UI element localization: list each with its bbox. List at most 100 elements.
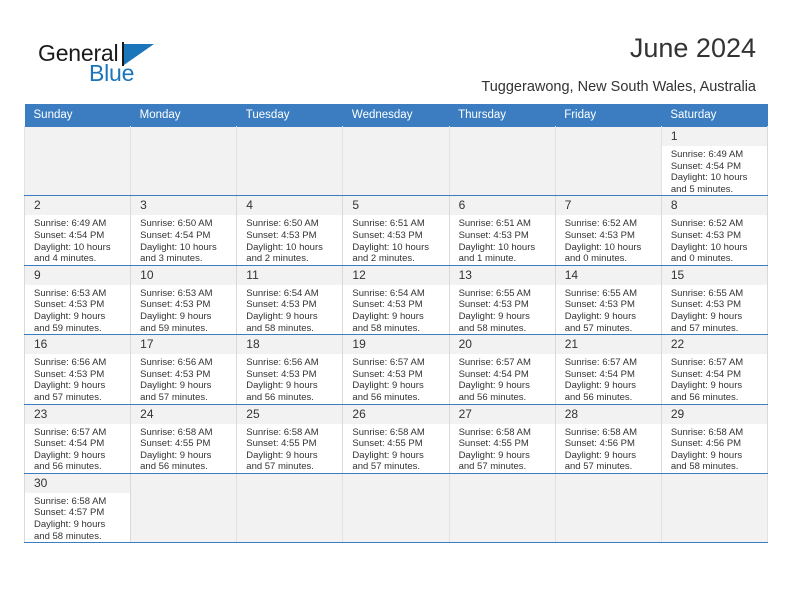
calendar-day-17[interactable]: 17 Sunrise: 6:56 AM Sunset: 4:53 PM Dayl… [130,334,238,405]
calendar-day-19[interactable]: 19 Sunrise: 6:57 AM Sunset: 4:53 PM Dayl… [342,334,450,405]
calendar-day-28[interactable]: 28 Sunrise: 6:58 AM Sunset: 4:56 PM Dayl… [554,403,662,474]
day-number: 17 [131,335,237,355]
daylight-text-line1: Daylight: 10 hours [140,241,217,253]
daylight-text-line2: and 59 minutes. [34,322,102,334]
calendar-day-22[interactable]: 22 Sunrise: 6:57 AM Sunset: 4:54 PM Dayl… [660,334,769,405]
calendar-day-5[interactable]: 5 Sunrise: 6:51 AM Sunset: 4:53 PM Dayli… [342,195,450,266]
calendar-day-20[interactable]: 20 Sunrise: 6:57 AM Sunset: 4:54 PM Dayl… [448,334,556,405]
sunset-text: Sunset: 4:55 PM [458,438,529,450]
calendar-day-6[interactable]: 6 Sunrise: 6:51 AM Sunset: 4:53 PM Dayli… [448,195,556,266]
daylight-text-line1: Daylight: 9 hours [34,310,106,322]
daylight-text-line1: Daylight: 10 hours [458,241,536,253]
sunrise-text: Sunrise: 6:58 AM [458,426,531,438]
sunset-text: Sunset: 4:53 PM [246,368,317,380]
calendar-day-30[interactable]: 30 Sunrise: 6:58 AM Sunset: 4:57 PM Dayl… [23,472,132,544]
weekday-header-row: Sunday Monday Tuesday Wednesday Thursday… [24,104,768,127]
daylight-text-line2: and 56 minutes. [246,391,314,403]
calendar-day-15[interactable]: 15 Sunrise: 6:55 AM Sunset: 4:53 PM Dayl… [660,264,769,336]
calendar-day-7[interactable]: 7 Sunrise: 6:52 AM Sunset: 4:53 PM Dayli… [554,195,662,266]
day-number: 25 [237,404,343,424]
daylight-text-line1: Daylight: 9 hours [246,310,318,322]
page-header: General Blue June 2024 Tuggerawong, New … [0,0,792,104]
daylight-text-line2: and 4 minutes. [34,253,97,265]
day-number: 23 [25,404,131,424]
sunset-text: Sunset: 4:53 PM [458,229,529,241]
sunrise-text: Sunrise: 6:58 AM [670,426,744,438]
calendar-week-row: 2 Sunrise: 6:49 AM Sunset: 4:54 PM Dayli… [23,195,769,266]
calendar-day-25[interactable]: 25 Sunrise: 6:58 AM Sunset: 4:55 PM Dayl… [236,403,344,474]
daylight-text-line1: Daylight: 10 hours [670,172,748,184]
day-number: 14 [555,265,661,285]
daylight-text-line2: and 0 minutes. [670,253,734,265]
day-details: Sunrise: 6:56 AM Sunset: 4:53 PM Dayligh… [131,354,236,403]
calendar-day-26[interactable]: 26 Sunrise: 6:58 AM Sunset: 4:55 PM Dayl… [342,403,450,474]
calendar-day-24[interactable]: 24 Sunrise: 6:58 AM Sunset: 4:55 PM Dayl… [130,403,238,474]
day-details: Sunrise: 6:58 AM Sunset: 4:57 PM Dayligh… [25,493,130,542]
day-number: 10 [131,265,237,285]
day-number: 26 [343,404,449,424]
calendar-day-14[interactable]: 14 Sunrise: 6:55 AM Sunset: 4:53 PM Dayl… [554,264,662,336]
sunrise-text: Sunrise: 6:56 AM [140,357,213,369]
calendar-day-21[interactable]: 21 Sunrise: 6:57 AM Sunset: 4:54 PM Dayl… [554,334,662,405]
calendar-day-8[interactable]: 8 Sunrise: 6:52 AM Sunset: 4:53 PM Dayli… [660,195,769,266]
sunset-text: Sunset: 4:56 PM [670,438,742,450]
calendar-day-10[interactable]: 10 Sunrise: 6:53 AM Sunset: 4:53 PM Dayl… [130,264,238,336]
calendar-day-29[interactable]: 29 Sunrise: 6:58 AM Sunset: 4:56 PM Dayl… [660,403,769,474]
sunset-text: Sunset: 4:53 PM [140,299,211,311]
calendar-day-1[interactable]: 1 Sunrise: 6:49 AM Sunset: 4:54 PM Dayli… [660,125,769,197]
calendar-day-9[interactable]: 9 Sunrise: 6:53 AM Sunset: 4:53 PM Dayli… [23,264,132,336]
daylight-text-line1: Daylight: 9 hours [140,449,212,461]
daylight-text-line1: Daylight: 9 hours [140,310,212,322]
general-blue-logo[interactable]: General Blue [38,40,178,88]
calendar-day-18[interactable]: 18 Sunrise: 6:56 AM Sunset: 4:53 PM Dayl… [236,334,344,405]
day-number: 27 [449,404,555,424]
daylight-text-line1: Daylight: 10 hours [564,241,642,253]
calendar-cell-empty [554,472,662,544]
calendar-day-23[interactable]: 23 Sunrise: 6:57 AM Sunset: 4:54 PM Dayl… [23,403,132,474]
page-title: June 2024 [629,33,756,63]
sunrise-text: Sunrise: 6:55 AM [670,287,744,299]
sunset-text: Sunset: 4:54 PM [670,160,742,172]
calendar-day-3[interactable]: 3 Sunrise: 6:50 AM Sunset: 4:54 PM Dayli… [130,195,238,266]
sunrise-text: Sunrise: 6:57 AM [34,426,107,438]
sunrise-sunset-calendar: Sunday Monday Tuesday Wednesday Thursday… [23,104,769,544]
daylight-text-line1: Daylight: 9 hours [564,449,636,461]
calendar-day-27[interactable]: 27 Sunrise: 6:58 AM Sunset: 4:55 PM Dayl… [448,403,556,474]
calendar-day-4[interactable]: 4 Sunrise: 6:50 AM Sunset: 4:53 PM Dayli… [236,195,344,266]
day-details: Sunrise: 6:57 AM Sunset: 4:54 PM Dayligh… [25,424,130,473]
daylight-text-line2: and 5 minutes. [670,183,734,195]
calendar-week-row: 1 Sunrise: 6:49 AM Sunset: 4:54 PM Dayli… [23,125,769,197]
daylight-text-line1: Daylight: 9 hours [140,380,212,392]
day-details: Sunrise: 6:58 AM Sunset: 4:55 PM Dayligh… [450,424,555,473]
calendar-day-16[interactable]: 16 Sunrise: 6:56 AM Sunset: 4:53 PM Dayl… [23,334,132,405]
day-details: Sunrise: 6:58 AM Sunset: 4:56 PM Dayligh… [556,424,661,473]
calendar-day-11[interactable]: 11 Sunrise: 6:54 AM Sunset: 4:53 PM Dayl… [236,264,344,336]
daylight-text-line2: and 56 minutes. [140,461,208,473]
day-details: Sunrise: 6:58 AM Sunset: 4:55 PM Dayligh… [131,424,236,473]
sunset-text: Sunset: 4:53 PM [34,299,105,311]
day-number: 13 [449,265,555,285]
calendar-week-row: 23 Sunrise: 6:57 AM Sunset: 4:54 PM Dayl… [23,403,769,474]
day-number: 9 [25,265,131,285]
sunrise-text: Sunrise: 6:52 AM [670,218,744,230]
sunset-text: Sunset: 4:55 PM [246,438,317,450]
day-details: Sunrise: 6:49 AM Sunset: 4:54 PM Dayligh… [25,215,130,264]
daylight-text-line1: Daylight: 9 hours [670,310,743,322]
sunset-text: Sunset: 4:57 PM [34,507,105,519]
weekday-header-sunday: Sunday [24,104,131,127]
calendar-cell-empty [236,472,344,544]
sunset-text: Sunset: 4:53 PM [564,299,635,311]
sunrise-text: Sunrise: 6:51 AM [352,218,425,230]
daylight-text-line2: and 56 minutes. [670,391,739,403]
calendar-cell-empty [448,125,556,197]
calendar-day-13[interactable]: 13 Sunrise: 6:55 AM Sunset: 4:53 PM Dayl… [448,264,556,336]
calendar-day-12[interactable]: 12 Sunrise: 6:54 AM Sunset: 4:53 PM Dayl… [342,264,450,336]
daylight-text-line2: and 58 minutes. [458,322,527,334]
sunset-text: Sunset: 4:55 PM [352,438,423,450]
sunset-text: Sunset: 4:53 PM [352,229,423,241]
sunset-text: Sunset: 4:53 PM [458,299,529,311]
calendar-day-2[interactable]: 2 Sunrise: 6:49 AM Sunset: 4:54 PM Dayli… [23,195,132,266]
day-number: 11 [237,265,343,285]
sunrise-text: Sunrise: 6:55 AM [564,287,638,299]
daylight-text-line1: Daylight: 9 hours [34,519,106,531]
